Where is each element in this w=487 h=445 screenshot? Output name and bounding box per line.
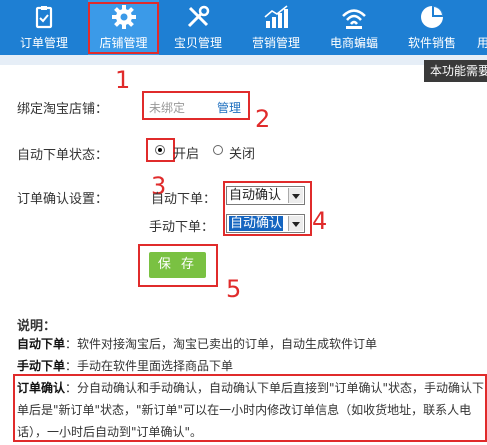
feature-tooltip: 本功能需要 xyxy=(424,60,487,82)
radio-enable-label[interactable]: 开启 xyxy=(173,143,199,162)
tools-icon xyxy=(187,5,210,28)
nav-label: 营销管理 xyxy=(251,36,300,50)
manage-link[interactable]: 管理 xyxy=(217,99,241,116)
note-head: 订单确认 xyxy=(17,381,66,395)
auto-order-status-label: 自动下单状态： xyxy=(17,148,109,163)
nav-item-order-management[interactable]: 订单管理 xyxy=(0,0,88,55)
annotation-number-1: 1 xyxy=(115,66,131,94)
note-order-confirm-line1: 订单确认：分自动确认和手动确认，自动确认下单后直接到"订单确认"状态，手动确认下 xyxy=(17,379,484,396)
note-manual-order: 手动下单：手动在软件里面选择商品下单 xyxy=(17,357,233,374)
bar-chart-icon xyxy=(264,5,288,28)
annotation-number-5: 5 xyxy=(226,275,242,303)
nav-item-ecommerce-bat[interactable]: 电商蝙蝠 xyxy=(315,0,393,55)
annotation-number-2: 2 xyxy=(255,105,271,133)
note-text: ：软件对接淘宝后，淘宝已卖出的订单，自动生成软件订单 xyxy=(65,337,378,351)
radio-enable[interactable] xyxy=(155,145,165,155)
radio-disable[interactable] xyxy=(213,145,223,155)
note-order-confirm-line3: 话），一小时后自动到"订单确认"。 xyxy=(17,425,203,439)
pie-chart-icon xyxy=(421,6,443,28)
nav-label: 软件销售 xyxy=(407,36,456,50)
nav-label: 电商蝙蝠 xyxy=(329,36,378,50)
chevron-down-icon[interactable] xyxy=(288,188,303,203)
note-head: 自动下单 xyxy=(17,337,66,351)
nav-item-product-management[interactable]: 宝贝管理 xyxy=(159,0,237,55)
note-auto-order: 自动下单：软件对接淘宝后，淘宝已卖出的订单，自动生成软件订单 xyxy=(17,335,377,352)
save-button[interactable]: 保 存 xyxy=(149,252,206,278)
auto-confirm-select[interactable]: 自动确认 xyxy=(226,186,305,205)
manual-order-sub-label: 手动下单： xyxy=(149,220,215,235)
note-order-confirm-line2: 单后是"新订单"状态，"新订单"可以在一小时内修改订单信息（如收货地址，联系人电 xyxy=(17,403,472,417)
nav-label: 订单管理 xyxy=(19,36,68,50)
bind-status: 未绑定 xyxy=(149,101,186,115)
annotation-box-active-tab xyxy=(88,2,159,54)
note-text: ：分自动确认和手动确认，自动确认下单后直接到"订单确认"状态，手动确认下 xyxy=(65,381,485,395)
note-text: ：手动在软件里面选择商品下单 xyxy=(65,359,234,373)
select-value: 自动确认 xyxy=(229,188,282,203)
chevron-down-icon[interactable] xyxy=(288,216,303,231)
top-nav-bar: 订单管理 店铺管理 宝贝管理 营销管理 电商蝙蝠 软件销售 用 xyxy=(0,0,487,55)
nav-label: 宝贝管理 xyxy=(173,36,222,50)
bind-shop-label: 绑定淘宝店铺： xyxy=(17,102,109,117)
nav-item-software-sales[interactable]: 软件销售 xyxy=(393,0,471,55)
select-value: 自动确认 xyxy=(229,216,284,231)
order-confirm-setting-label: 订单确认设置： xyxy=(17,192,109,207)
auto-order-sub-label: 自动下单： xyxy=(151,192,217,207)
manual-confirm-select[interactable]: 自动确认 xyxy=(226,214,305,233)
clipboard-icon xyxy=(35,6,53,29)
nav-label: 用 xyxy=(477,36,487,50)
annotation-number-4: 4 xyxy=(312,207,328,235)
notes-title: 说明： xyxy=(17,319,57,334)
radio-disable-label[interactable]: 关闭 xyxy=(229,143,255,162)
note-head: 手动下单 xyxy=(17,359,66,373)
nav-item-partial[interactable]: 用 xyxy=(471,0,487,55)
wifi-icon xyxy=(342,9,366,29)
nav-item-marketing-management[interactable]: 营销管理 xyxy=(237,0,315,55)
sub-header-strip xyxy=(0,55,487,65)
